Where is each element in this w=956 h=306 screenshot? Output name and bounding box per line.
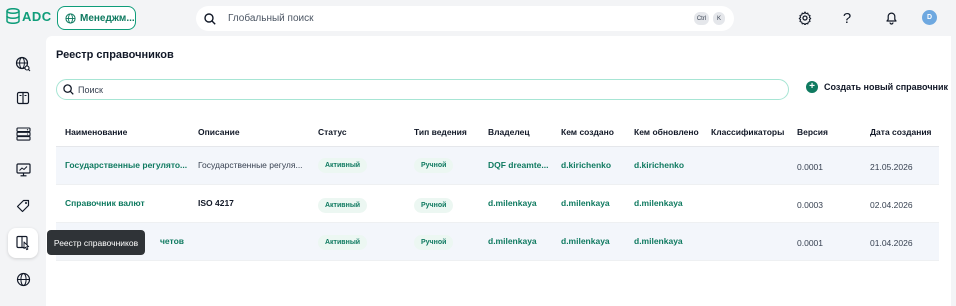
table-row[interactable]: четов Активный Ручной d.milenkaya d.mile… [56,223,939,261]
cell-created-at: 01.04.2026 [870,238,913,248]
cell-version: 0.0003 [797,200,823,210]
user-avatar[interactable]: D [922,10,937,25]
status-badge: Активный [318,235,368,250]
sidebar-item-server[interactable] [13,124,33,144]
column-header-created-at[interactable]: Дата создания [870,127,932,137]
status-badge: Активный [318,198,368,213]
sidebar-item-tag[interactable] [13,196,33,216]
column-header-type[interactable]: Тип ведения [414,127,467,137]
column-header-updated-by[interactable]: Кем обновлено [634,127,699,137]
notification-bell-icon[interactable] [882,9,900,27]
book-icon [16,91,30,105]
sidebar-item-globe-search[interactable] [13,54,33,74]
workspace-label: Менеджм... [80,12,135,24]
logo-text: ADC [22,8,52,24]
cell-description: ISO 4217 [198,198,234,208]
create-directory-button[interactable]: + Создать новый справочник [806,81,948,93]
shortcut-k-key: K [713,12,725,25]
type-badge: Ручной [414,158,454,173]
sidebar-item-registry[interactable] [8,228,38,258]
cell-name[interactable]: Справочник валют [65,198,193,208]
search-icon [204,12,216,25]
cell-name[interactable]: четов [160,236,200,246]
cell-created-by[interactable]: d.milenkaya [561,198,610,208]
cell-name[interactable]: Государственные регулято... [65,160,193,170]
help-icon[interactable]: ? [838,9,856,27]
create-directory-label: Создать новый справочник [824,82,949,92]
cell-owner[interactable]: d.milenkaya [488,198,556,208]
sidebar [0,36,46,306]
page-title: Реестр справочников [56,49,174,61]
book-cursor-icon [16,235,30,251]
cell-updated-by[interactable]: d.milenkaya [634,236,683,246]
cell-owner[interactable]: d.milenkaya [488,236,556,246]
column-header-owner[interactable]: Владелец [488,127,530,137]
type-badge: Ручной [414,198,454,213]
sidebar-item-globe[interactable] [13,269,33,289]
main-panel: Реестр справочников Поиск + Создать новы… [46,36,951,306]
sidebar-item-monitor[interactable] [13,160,33,180]
type-badge: Ручной [414,235,454,250]
settings-gear-icon[interactable] [796,9,814,27]
global-search-input[interactable]: Глобальный поиск Ctrl K [196,6,734,31]
cell-updated-by[interactable]: d.kirichenko [634,160,684,170]
shortcut-ctrl-key: Ctrl [694,12,709,25]
globe-search-icon [15,56,31,72]
column-header-status[interactable]: Статус [318,127,347,137]
cell-created-by[interactable]: d.milenkaya [561,236,610,246]
sidebar-tooltip: Реестр справочников [47,230,145,255]
column-header-classifiers[interactable]: Классификаторы [711,127,784,137]
cell-created-by[interactable]: d.kirichenko [561,160,611,170]
sidebar-item-book[interactable] [13,88,33,108]
cell-description: Государственные регуля... [198,160,303,170]
cell-version: 0.0001 [797,238,823,248]
global-search-placeholder: Глобальный поиск [228,13,314,24]
cell-owner[interactable]: DQF dreamte... [488,160,556,170]
table-header: Наименование Описание Статус Тип ведения… [56,119,939,147]
column-header-description[interactable]: Описание [198,127,240,137]
registry-search-input[interactable]: Поиск [56,79,789,100]
server-icon [15,127,31,141]
status-badge: Активный [318,158,368,173]
cell-created-at: 02.04.2026 [870,200,913,210]
workspace-button[interactable]: Менеджм... [57,6,136,30]
search-icon [63,84,74,95]
tag-icon [16,199,30,213]
globe-icon [65,12,76,24]
column-header-name[interactable]: Наименование [65,127,127,137]
column-header-created-by[interactable]: Кем создано [561,127,614,137]
globe-icon [16,272,30,286]
plus-icon: + [806,81,818,93]
cell-created-at: 21.05.2026 [870,162,913,172]
scrollbar-gutter [951,36,956,306]
cell-updated-by[interactable]: d.milenkaya [634,198,683,208]
registry-search-placeholder: Поиск [78,84,103,95]
monitor-chart-icon [15,163,31,177]
column-header-version[interactable]: Версия [797,127,828,137]
table-row[interactable]: Государственные регулято... Государствен… [56,147,939,185]
cell-version: 0.0001 [797,162,823,172]
table-row[interactable]: Справочник валют ISO 4217 Активный Ручно… [56,185,939,223]
top-bar: ADC Менеджм... Глобальный поиск Ctrl K ?… [0,0,956,36]
database-logo-icon [6,8,20,24]
logo[interactable]: ADC [6,8,52,24]
